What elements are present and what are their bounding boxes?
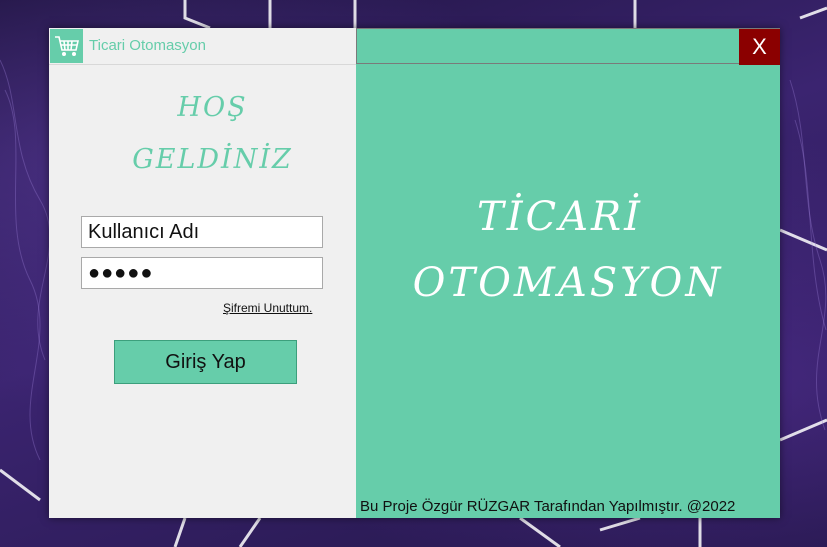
- brand-title-line1: TİCARİ: [477, 194, 643, 240]
- login-window: Ticari Otomasyon HOŞ GELDİNİZ Kullanıcı …: [49, 28, 780, 518]
- brand-panel: X TİCARİ OTOMASYON Bu Proje Özgür RÜZGAR…: [356, 28, 780, 518]
- title-bar[interactable]: Ticari Otomasyon: [49, 28, 356, 65]
- title-bar-right[interactable]: X: [356, 28, 780, 65]
- shopping-cart-icon: [50, 29, 83, 63]
- username-input[interactable]: Kullanıcı Adı: [81, 216, 323, 248]
- forgot-password-link[interactable]: Şifremi Unuttum.: [223, 301, 312, 315]
- login-button[interactable]: Giriş Yap: [114, 340, 297, 384]
- login-button-label: Giriş Yap: [165, 350, 246, 373]
- welcome-heading-line1: HOŞ: [177, 92, 248, 123]
- close-button[interactable]: X: [739, 29, 780, 65]
- password-input[interactable]: ●●●●●: [81, 257, 323, 289]
- welcome-heading-line2: GELDİNİZ: [132, 144, 293, 175]
- close-icon: X: [752, 34, 767, 59]
- brand-title-line2: OTOMASYON: [412, 260, 724, 306]
- login-panel: Ticari Otomasyon HOŞ GELDİNİZ Kullanıcı …: [49, 28, 356, 518]
- window-title: Ticari Otomasyon: [89, 37, 206, 54]
- footer-credit: Bu Proje Özgür RÜZGAR Tarafından Yapılmı…: [360, 498, 736, 515]
